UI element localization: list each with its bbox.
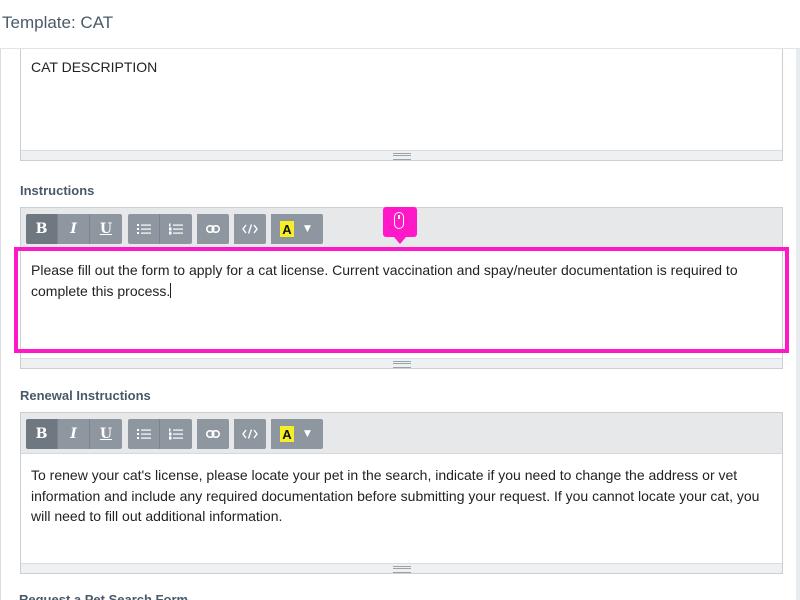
title-bar: Template: CAT (0, 0, 800, 49)
highlight-button[interactable]: A ▼ (271, 419, 323, 449)
chevron-down-icon: ▼ (304, 224, 311, 234)
focus-highlight (14, 247, 789, 353)
link-group (197, 214, 229, 244)
format-group: B I U (26, 419, 122, 449)
italic-button[interactable]: I (58, 419, 90, 449)
code-group (234, 419, 266, 449)
bullet-list-button[interactable] (128, 419, 160, 449)
description-textarea[interactable]: CAT DESCRIPTION (20, 49, 783, 161)
italic-icon: I (70, 426, 77, 442)
bullet-list-button[interactable] (128, 214, 160, 244)
link-button[interactable] (197, 419, 229, 449)
click-marker (383, 207, 417, 244)
highlight-icon: A (280, 426, 294, 442)
italic-button[interactable]: I (58, 214, 90, 244)
resize-grip-icon (392, 153, 411, 160)
underline-icon: U (99, 221, 113, 237)
renewal-instructions-label: Renewal Instructions (20, 388, 151, 403)
description-value: CAT DESCRIPTION (31, 59, 158, 75)
code-button[interactable] (234, 419, 266, 449)
instructions-label: Instructions (20, 183, 95, 198)
list-group (128, 214, 192, 244)
underline-button[interactable]: U (90, 419, 122, 449)
mouse-icon (394, 212, 404, 229)
highlight-icon: A (280, 221, 294, 237)
bullet-list-icon (136, 224, 151, 234)
numbered-list-icon (169, 223, 183, 235)
bold-icon: B (35, 426, 48, 442)
resize-grip-icon (392, 566, 411, 573)
next-section-label: Request a Pet Search Form (19, 592, 189, 600)
highlight-group: A ▼ (271, 419, 323, 449)
resize-grip-icon (392, 361, 411, 368)
window-title: Template: CAT (2, 13, 114, 32)
underline-button[interactable]: U (90, 214, 122, 244)
renewal-editor[interactable]: B I U A ▼ To renew your cat's license, p… (20, 412, 783, 574)
instructions-resize-handle[interactable] (21, 358, 782, 368)
list-group (128, 419, 192, 449)
bold-button[interactable]: B (26, 214, 58, 244)
description-resize-handle[interactable] (21, 150, 782, 160)
highlight-button[interactable]: A ▼ (271, 214, 323, 244)
code-group (234, 214, 266, 244)
numbered-list-button[interactable] (160, 419, 192, 449)
chevron-down-icon: ▼ (304, 429, 311, 439)
code-icon (242, 224, 258, 234)
underline-icon: U (99, 426, 113, 442)
renewal-text: To renew your cat's license, please loca… (31, 467, 760, 524)
renewal-text-area[interactable]: To renew your cat's license, please loca… (31, 465, 771, 527)
bold-icon: B (35, 221, 48, 237)
scrollbar[interactable] (796, 49, 800, 600)
renewal-toolbar: B I U A ▼ (21, 413, 782, 454)
code-button[interactable] (234, 214, 266, 244)
numbered-list-icon (169, 428, 183, 440)
bold-button[interactable]: B (26, 419, 58, 449)
renewal-resize-handle[interactable] (21, 563, 782, 573)
link-group (197, 419, 229, 449)
italic-icon: I (70, 221, 77, 237)
link-button[interactable] (197, 214, 229, 244)
link-icon (206, 430, 220, 438)
code-icon (242, 429, 258, 439)
bullet-list-icon (136, 429, 151, 439)
numbered-list-button[interactable] (160, 214, 192, 244)
highlight-group: A ▼ (271, 214, 323, 244)
link-icon (206, 225, 220, 233)
format-group: B I U (26, 214, 122, 244)
